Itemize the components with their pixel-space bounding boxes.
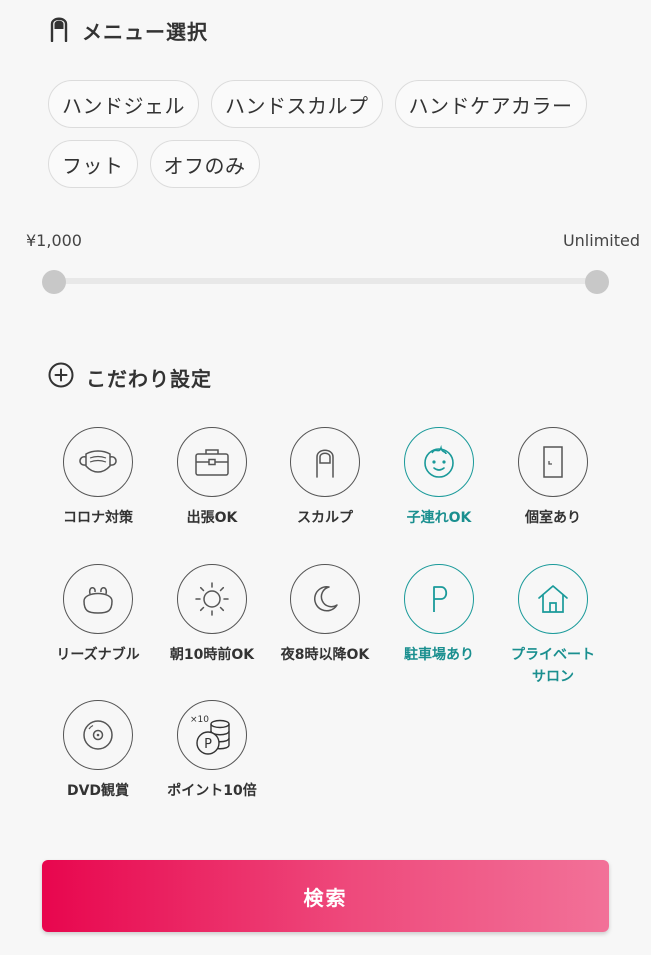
kodawari-section-title: こだわり設定 bbox=[86, 366, 212, 391]
house-icon bbox=[538, 585, 568, 613]
feature-corona-label: コロナ対策 bbox=[63, 510, 133, 526]
feature-sculpt-button[interactable] bbox=[290, 427, 360, 497]
feature-sculpt[interactable]: スカルプ bbox=[270, 427, 380, 529]
feature-dvd-label: DVD観賞 bbox=[66, 783, 130, 799]
points-multiplier-badge: ×10 bbox=[190, 715, 209, 725]
price-slider-track[interactable] bbox=[54, 278, 597, 284]
search-button[interactable]: 検索 bbox=[42, 860, 609, 932]
feature-morning[interactable]: 朝10時前OK bbox=[157, 564, 267, 666]
feature-morning-button[interactable] bbox=[177, 564, 247, 634]
feature-private-salon-button[interactable] bbox=[518, 564, 588, 634]
feature-kids-ok-label: 子連れOK bbox=[406, 510, 472, 526]
feature-night-label: 夜8時以降OK bbox=[280, 647, 370, 663]
points-p-mark: P bbox=[204, 737, 212, 752]
feature-morning-label: 朝10時前OK bbox=[169, 647, 255, 663]
feature-parking-label: 駐車場あり bbox=[404, 647, 474, 663]
feature-parking-button[interactable] bbox=[404, 564, 474, 634]
plus-circle-icon[interactable] bbox=[48, 362, 74, 392]
parking-icon bbox=[433, 586, 448, 612]
feature-corona[interactable]: コロナ対策 bbox=[43, 427, 153, 529]
feature-sculpt-label: スカルプ bbox=[297, 510, 353, 526]
price-slider-min-handle[interactable] bbox=[42, 270, 66, 294]
sun-icon bbox=[195, 582, 229, 616]
feature-house-call[interactable]: 出張OK bbox=[157, 427, 267, 529]
menu-chip-hand-gel[interactable]: ハンドジェル bbox=[48, 80, 199, 128]
feature-points-button[interactable]: ×10 P bbox=[177, 700, 247, 770]
menu-chip-group: ハンドジェル ハンドスカルプ ハンドケアカラー フット オフのみ bbox=[48, 80, 628, 188]
briefcase-icon bbox=[195, 449, 229, 476]
feature-private-room[interactable]: 個室あり bbox=[498, 427, 608, 529]
nail-icon bbox=[48, 14, 70, 46]
feature-night-button[interactable] bbox=[290, 564, 360, 634]
feature-house-call-label: 出張OK bbox=[186, 510, 238, 526]
price-max-label: Unlimited bbox=[562, 231, 640, 250]
menu-section-title: メニュー選択 bbox=[82, 19, 208, 44]
coin-purse-icon bbox=[83, 587, 113, 614]
feature-kids-ok-button[interactable] bbox=[404, 427, 474, 497]
feature-dvd-button[interactable] bbox=[63, 700, 133, 770]
feature-house-call-button[interactable] bbox=[177, 427, 247, 497]
feature-reasonable[interactable]: リーズナブル bbox=[43, 564, 153, 666]
menu-section-header: メニュー選択 bbox=[48, 14, 208, 46]
feature-private-salon[interactable]: プライベートサロン bbox=[498, 564, 608, 688]
kodawari-section-header[interactable]: こだわり設定 bbox=[48, 362, 212, 392]
feature-corona-button[interactable] bbox=[63, 427, 133, 497]
door-icon bbox=[543, 446, 563, 478]
nail-icon bbox=[316, 449, 334, 478]
points-coin-icon: ×10 P bbox=[190, 715, 230, 755]
feature-dvd[interactable]: DVD観賞 bbox=[43, 700, 153, 802]
menu-chip-hand-care-color[interactable]: ハンドケアカラー bbox=[394, 80, 587, 128]
mask-icon bbox=[79, 450, 117, 473]
feature-private-room-button[interactable] bbox=[518, 427, 588, 497]
feature-parking[interactable]: 駐車場あり bbox=[384, 564, 494, 666]
baby-face-icon bbox=[424, 444, 454, 478]
feature-private-room-label: 個室あり bbox=[525, 510, 581, 526]
price-slider-max-handle[interactable] bbox=[585, 270, 609, 294]
moon-icon bbox=[314, 586, 338, 612]
feature-points[interactable]: ×10 P ポイント10倍 bbox=[157, 700, 267, 802]
menu-chip-hand-sculpt[interactable]: ハンドスカルプ bbox=[211, 80, 383, 128]
feature-kids-ok[interactable]: 子連れOK bbox=[384, 427, 494, 529]
menu-chip-off-only[interactable]: オフのみ bbox=[149, 140, 260, 188]
feature-private-salon-label: プライベートサロン bbox=[511, 647, 595, 685]
feature-points-label: ポイント10倍 bbox=[167, 783, 257, 799]
menu-chip-foot[interactable]: フット bbox=[48, 140, 138, 188]
feature-night[interactable]: 夜8時以降OK bbox=[270, 564, 380, 666]
feature-reasonable-label: リーズナブル bbox=[56, 647, 140, 663]
disc-icon bbox=[83, 720, 113, 750]
price-min-label: ¥1,000 bbox=[26, 231, 82, 250]
feature-reasonable-button[interactable] bbox=[63, 564, 133, 634]
